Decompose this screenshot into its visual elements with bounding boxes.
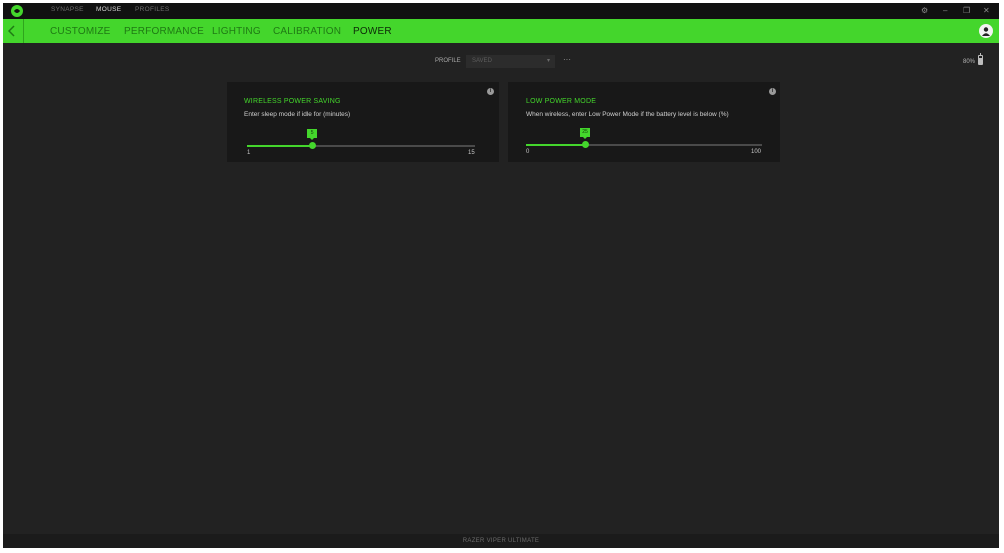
back-button[interactable] <box>3 19 24 43</box>
battery-icon <box>978 53 983 65</box>
slider-min-label: 1 <box>247 150 251 156</box>
card-title: WIRELESS POWER SAVING <box>244 98 341 105</box>
low-power-threshold-slider[interactable] <box>526 138 762 152</box>
title-bar: SYNAPSE MOUSE PROFILES ⚙ – ❐ ✕ <box>3 3 999 19</box>
razer-synapse-window: SYNAPSE MOUSE PROFILES ⚙ – ❐ ✕ CUSTOMIZE… <box>3 3 999 548</box>
profile-label: PROFILE <box>435 58 461 64</box>
minimize-button[interactable]: – <box>943 5 947 17</box>
close-button[interactable]: ✕ <box>983 5 990 17</box>
restore-button[interactable]: ❐ <box>963 5 970 17</box>
profile-selected-value: SAVED <box>472 58 492 64</box>
top-tab-mouse[interactable]: MOUSE <box>96 6 121 13</box>
top-tab-profiles[interactable]: PROFILES <box>135 6 170 13</box>
slider-thumb[interactable] <box>581 141 589 148</box>
settings-gear-icon[interactable]: ⚙ <box>921 5 928 17</box>
profile-dropdown[interactable]: SAVED ▾ <box>466 55 555 68</box>
slider-value-bubble: 5 <box>307 129 318 140</box>
card-description: Enter sleep mode if idle for (minutes) <box>244 111 351 118</box>
top-tab-synapse[interactable]: SYNAPSE <box>51 6 84 13</box>
card-title: LOW POWER MODE <box>526 98 597 105</box>
profile-more-options-button[interactable]: ··· <box>563 56 571 64</box>
slider-fill <box>526 144 585 146</box>
tab-customize[interactable]: CUSTOMIZE <box>50 26 111 37</box>
card-description: When wireless, enter Low Power Mode if t… <box>526 111 729 118</box>
slider-max-label: 15 <box>468 150 475 156</box>
slider-min-label: 0 <box>526 149 530 155</box>
tab-performance[interactable]: PERFORMANCE <box>124 26 204 37</box>
user-avatar-icon[interactable] <box>979 24 993 38</box>
chevron-down-icon: ▾ <box>546 58 550 64</box>
device-name-footer: RAZER VIPER ULTIMATE <box>3 534 999 548</box>
info-icon[interactable]: i <box>487 88 494 95</box>
wireless-power-saving-card: i WIRELESS POWER SAVING Enter sleep mode… <box>227 82 499 162</box>
tab-power[interactable]: POWER <box>353 26 392 37</box>
tab-lighting[interactable]: LIGHTING <box>212 26 261 37</box>
chevron-left-icon <box>8 25 15 37</box>
info-icon[interactable]: i <box>769 88 776 95</box>
battery-percentage: 80% <box>963 59 976 65</box>
slider-value-bubble: 25 <box>580 128 590 139</box>
tab-calibration[interactable]: CALIBRATION <box>273 26 341 37</box>
sleep-timer-slider[interactable] <box>247 139 475 153</box>
low-power-mode-card: i LOW POWER MODE When wireless, enter Lo… <box>508 82 780 162</box>
slider-fill <box>247 145 313 147</box>
slider-thumb[interactable] <box>308 142 316 149</box>
device-nav-bar: CUSTOMIZE PERFORMANCE LIGHTING CALIBRATI… <box>3 19 999 43</box>
slider-max-label: 100 <box>751 149 762 155</box>
razer-logo-icon <box>11 5 23 17</box>
